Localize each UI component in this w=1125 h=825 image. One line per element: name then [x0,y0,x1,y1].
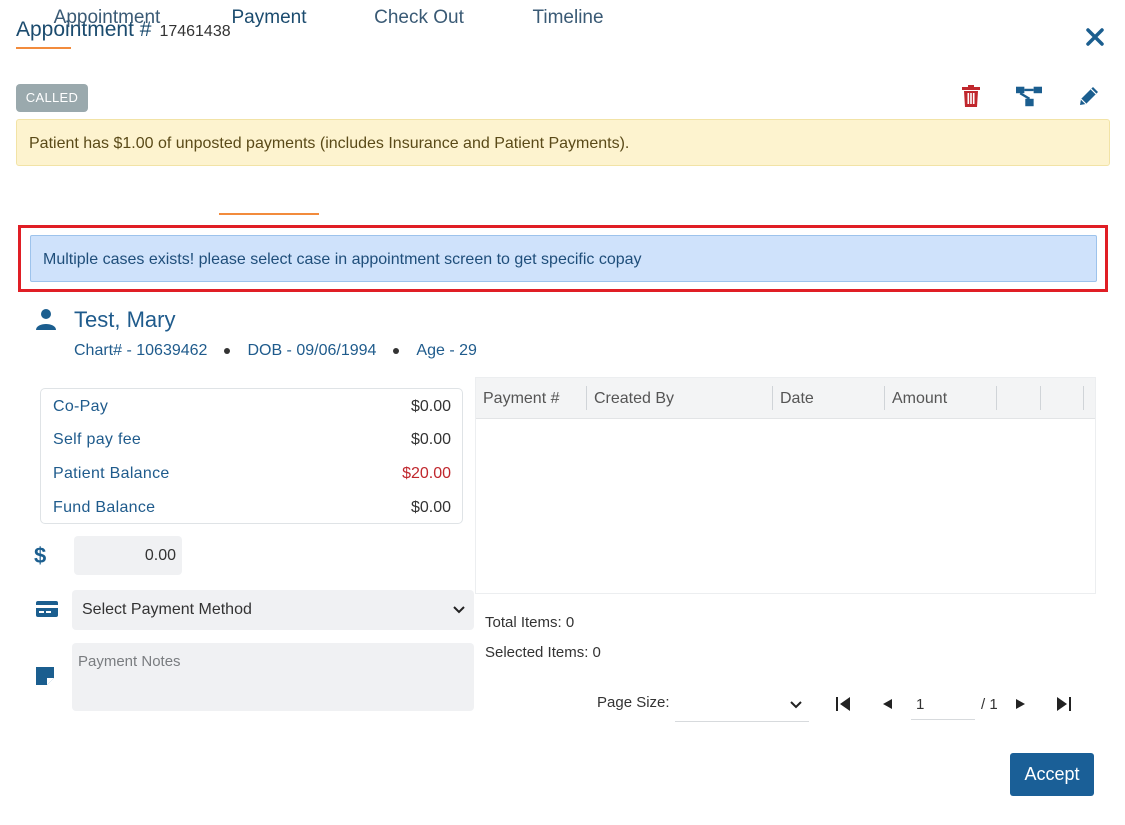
last-page-icon [1057,697,1071,711]
tab-appointment[interactable]: Appointment [34,0,180,36]
multiple-cases-info: Multiple cases exists! please select cas… [30,235,1097,282]
trash-icon [962,85,980,107]
credit-card-icon [36,601,58,617]
column-header-payment-number[interactable]: Payment # [476,378,586,419]
grid-header: Payment # Created By Date Amount [476,378,1095,419]
payment-method-select[interactable]: Select Payment Method [72,590,474,630]
tab-check-out[interactable]: Check Out [360,0,478,36]
balance-label: Self pay fee [53,431,142,448]
page-size-select[interactable] [675,688,809,722]
date-of-birth: DOB - 09/06/1994 [247,342,377,359]
edit-button[interactable] [1076,82,1102,110]
last-page-button[interactable] [1055,695,1073,713]
tab-timeline[interactable]: Timeline [518,0,618,36]
balance-value: $20.00 [402,465,451,482]
balance-row-patient: Patient Balance $20.00 [53,465,451,483]
title-underline [16,47,71,49]
separator-dot [224,348,231,354]
balance-label: Patient Balance [53,465,170,482]
next-page-button[interactable] [1012,695,1030,713]
dollar-icon: $ [34,543,47,568]
close-button[interactable] [1082,24,1108,50]
balance-summary: Co-Pay $0.00 Self pay fee $0.00 Patient … [40,388,463,524]
column-header-amount[interactable]: Amount [885,378,995,419]
user-icon [36,309,56,330]
selected-items: Selected Items: 0 [485,644,601,661]
patient-age: Age - 29 [416,342,477,359]
balance-value: $0.00 [410,398,451,415]
previous-page-button[interactable] [878,695,896,713]
unposted-payments-warning: Patient has $1.00 of unposted payments (… [16,119,1110,166]
patient-name[interactable]: Test, Mary [74,307,175,333]
balance-row-fund: Fund Balance $0.00 [53,499,451,517]
patient-meta: Chart# - 10639462 DOB - 09/06/1994 Age -… [74,342,477,360]
chart-number: Chart# - 10639462 [74,342,208,359]
balance-label: Co-Pay [53,398,109,415]
balance-label: Fund Balance [53,499,156,516]
page-size-label: Page Size: [597,694,670,711]
payment-method-value: Select Payment Method [82,601,252,618]
sticky-note-icon [36,667,54,685]
column-header-date[interactable]: Date [773,378,884,419]
total-pages: / 1 [981,696,998,713]
chevron-down-icon [789,696,803,719]
sitemap-icon [1016,86,1042,107]
chevron-down-icon [452,590,466,646]
balance-value: $0.00 [410,499,451,516]
tab-payment[interactable]: Payment [219,0,319,36]
balance-value: $0.00 [410,431,451,448]
first-page-button[interactable] [834,695,852,713]
active-tab-indicator [219,213,319,215]
column-header-created-by[interactable]: Created By [587,378,772,419]
status-badge: CALLED [16,84,88,112]
first-page-icon [836,697,850,711]
separator-dot [393,348,400,354]
current-page-input[interactable] [911,690,975,720]
column-separator [1083,386,1084,410]
payments-grid: Payment # Created By Date Amount [475,377,1096,594]
delete-button[interactable] [958,82,984,110]
balance-row-self-pay: Self pay fee $0.00 [53,431,451,449]
column-header-action-2 [1041,378,1083,419]
balance-row-copay: Co-Pay $0.00 [53,398,451,416]
next-page-icon [1016,699,1025,709]
close-icon [1086,28,1104,46]
payment-notes-input[interactable] [72,643,474,711]
column-header-action-1 [997,378,1039,419]
total-items: Total Items: 0 [485,614,575,631]
previous-page-icon [883,699,892,709]
pencil-icon [1080,87,1098,105]
hierarchy-button[interactable] [1016,82,1042,110]
accept-button[interactable]: Accept [1010,753,1094,796]
payment-amount-input[interactable] [74,536,182,575]
